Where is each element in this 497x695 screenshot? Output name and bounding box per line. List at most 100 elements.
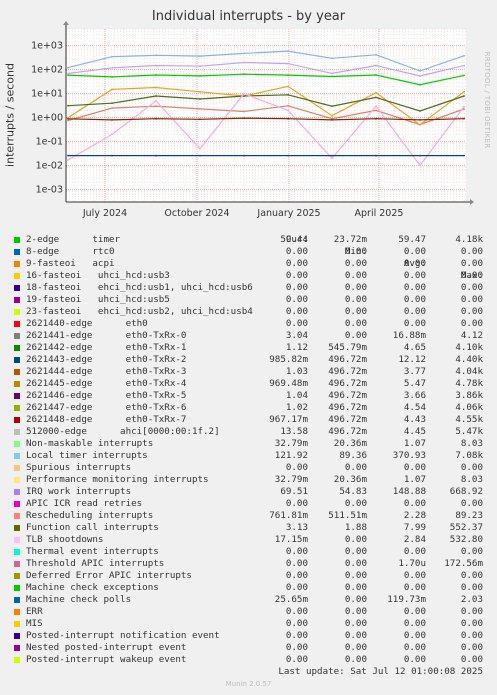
data-point xyxy=(463,54,465,57)
legend-max: 4.55k xyxy=(455,414,483,425)
data-point xyxy=(419,83,421,86)
data-point xyxy=(155,64,157,67)
legend-swatch xyxy=(14,381,20,387)
data-point xyxy=(199,75,201,77)
y-tick-label: 1e-03 xyxy=(36,184,63,195)
data-point xyxy=(199,65,201,68)
legend-row: 2621447-edge eth0-TxRx-6 1.02 496.72m 4.54 4… xyxy=(0,402,497,414)
data-point xyxy=(67,154,69,157)
legend-row: 18-fasteoi ehci_hcd:usb1, uhci_hcd:usb6 0… xyxy=(0,282,497,294)
data-point xyxy=(243,73,245,76)
data-point xyxy=(155,54,157,57)
legend-max: 4.78k xyxy=(455,378,483,389)
legend-row: 2621446-edge eth0-TxRx-5 1.04 496.72m 3.66 3… xyxy=(0,390,497,402)
legend-row: Deferred Error APIC interrupts 0.00 0.00 0.… xyxy=(0,570,497,582)
data-point xyxy=(199,108,201,110)
legend-row: Posted-interrupt notification event 0.00 0… xyxy=(0,630,497,642)
legend-row: Machine check polls 25.65m 0.00 119.73m 2.03 xyxy=(0,594,497,606)
legend-row: Machine check exceptions 0.00 0.00 0.00 0.00 xyxy=(0,582,497,594)
legend-swatch xyxy=(14,573,20,579)
legend-row: MIS 0.00 0.00 0.00 0.00 xyxy=(0,618,497,630)
legend-row: Threshold APIC interrupts 0.00 0.00 1.70u 17… xyxy=(0,558,497,570)
legend-row: Thermal event interrupts 0.00 0.00 0.00 0.00 xyxy=(0,546,497,558)
legend-swatch xyxy=(14,273,20,279)
legend-swatch xyxy=(14,393,20,399)
legend-name: 8-edge rtc0 xyxy=(26,246,115,257)
legend-max: 0.00 xyxy=(460,498,483,509)
legend-max: 5.47k xyxy=(455,426,483,437)
legend-row: Function call interrupts 3.13 1.88 7.99 552.… xyxy=(0,522,497,534)
legend-name: 2621445-edge eth0-TxRx-4 xyxy=(26,378,187,389)
data-point xyxy=(155,105,157,108)
legend-swatch xyxy=(14,513,20,519)
legend-max: 0.00 xyxy=(460,306,483,317)
data-point xyxy=(375,117,377,120)
x-tick-label: July 2024 xyxy=(82,208,127,219)
data-point xyxy=(287,74,289,76)
data-point xyxy=(463,117,465,120)
legend-max: 0.00 xyxy=(460,546,483,557)
y-tick-label: 1e+00 xyxy=(31,113,63,124)
legend-swatch xyxy=(14,621,20,627)
data-point xyxy=(463,64,465,67)
legend-swatch xyxy=(14,285,20,291)
legend-swatch xyxy=(14,501,20,507)
legend-row: 19-fasteoi uhci_hcd:usb5 0.00 0.00 0.00 0.00 xyxy=(0,294,497,306)
legend-name: 2621448-edge eth0-TxRx-7 xyxy=(26,414,187,425)
legend-max: 0.00 xyxy=(460,294,483,305)
legend-swatch xyxy=(14,585,20,591)
legend-swatch xyxy=(14,249,20,255)
legend-swatch xyxy=(14,309,20,315)
legend-name: 2-edge timer xyxy=(26,234,121,245)
legend-swatch xyxy=(14,429,20,435)
data-point xyxy=(287,50,289,52)
data-point xyxy=(331,57,333,60)
legend-max: 0.00 xyxy=(460,642,483,653)
legend-name: 16-fasteoi uhci_hcd:usb3 xyxy=(26,270,170,281)
data-point xyxy=(111,88,113,91)
legend-max: 89.23 xyxy=(455,510,483,521)
legend-name: Posted-interrupt notification event xyxy=(26,630,220,641)
legend-max: 8.03 xyxy=(460,474,483,485)
data-point xyxy=(243,117,245,119)
legend-row: 2621444-edge eth0-TxRx-3 1.03 496.72m 3.77 4… xyxy=(0,366,497,378)
legend-swatch xyxy=(14,297,20,303)
data-point xyxy=(331,157,333,160)
x-tick-label: October 2024 xyxy=(164,208,229,219)
y-tick-label: 1e+03 xyxy=(31,41,63,52)
data-point xyxy=(375,109,377,112)
legend-name: Performance monitoring interrupts xyxy=(26,474,209,485)
legend-name: Machine check exceptions xyxy=(26,582,159,593)
legend-row: Non-maskable interrupts 32.79m 20.36m 1.07 8… xyxy=(0,438,497,450)
legend-max: 4.04k xyxy=(455,366,483,377)
legend-swatch xyxy=(14,549,20,555)
legend-row: 23-fasteoi ehci_hcd:usb2, uhci_hcd:usb4 0… xyxy=(0,306,497,318)
legend-name: Threshold APIC interrupts xyxy=(26,558,165,569)
data-point xyxy=(419,119,421,121)
data-point xyxy=(419,70,421,72)
legend-max: 0.00 xyxy=(460,582,483,593)
legend-swatch xyxy=(14,405,20,411)
y-tick-label: 1e+02 xyxy=(31,65,63,76)
legend-row: 2621441-edge eth0-TxRx-0 3.04 0.00 16.88m 4.… xyxy=(0,330,497,342)
legend-max: 0.00 xyxy=(460,270,483,281)
legend-row: Local timer interrupts 121.92 89.36 370.93 7… xyxy=(0,450,497,462)
legend-name: Rescheduling interrupts xyxy=(26,510,154,521)
data-point xyxy=(375,91,377,94)
legend-max: 0.00 xyxy=(460,618,483,629)
legend-max: 172.56m xyxy=(444,558,483,569)
data-point xyxy=(331,154,333,157)
data-point xyxy=(199,98,201,100)
legend-name: 2621447-edge eth0-TxRx-6 xyxy=(26,402,187,413)
legend-name: Function call interrupts xyxy=(26,522,159,533)
data-point xyxy=(287,104,289,107)
legend-max: 0.00 xyxy=(460,258,483,269)
data-point xyxy=(419,154,421,157)
data-point xyxy=(243,92,245,95)
data-point xyxy=(155,74,157,76)
data-point xyxy=(199,147,201,150)
data-point xyxy=(331,75,333,78)
data-point xyxy=(419,110,421,112)
data-point xyxy=(331,114,333,117)
data-point xyxy=(67,159,69,161)
